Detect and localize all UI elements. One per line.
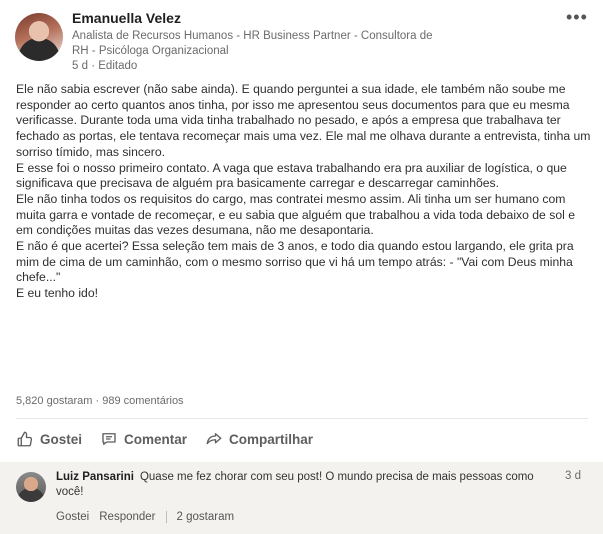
comment-time: 3 d [565, 470, 581, 482]
like-button[interactable]: Gostei [16, 427, 82, 451]
edited-label: Editado [98, 60, 138, 72]
comment-actions: Gostei Responder 2 gostaram [56, 511, 234, 523]
commenter-name[interactable]: Luiz Pansarini [56, 471, 134, 483]
post-paragraph: E esse foi o nosso primeiro contato. A v… [16, 160, 567, 191]
author-name[interactable]: Emanuella Velez [72, 10, 181, 26]
comment-button[interactable]: Comentar [100, 427, 187, 451]
author-headline: Analista de Recursos Humanos - HR Busine… [72, 29, 452, 59]
post-paragraph: E eu tenho ido! [16, 286, 98, 301]
likes-count[interactable]: 5,820 gostaram [16, 395, 92, 407]
comment-label: Comentar [124, 431, 188, 447]
post-paragraph: Ele não tinha todos os requisitos do car… [16, 191, 575, 238]
commenter-avatar[interactable] [16, 472, 46, 502]
share-arrow-icon [206, 433, 222, 445]
like-label: Gostei [40, 431, 83, 447]
comment-bubble: Luiz Pansarini Quase me fez chorar com se… [56, 470, 581, 500]
more-dots-icon[interactable]: ••• [566, 8, 588, 26]
comment-content: Luiz Pansarini Quase me fez chorar com se… [56, 470, 546, 500]
comment-reply-button[interactable]: Responder [99, 511, 155, 523]
post-actions: Gostei Comentar Compartilhar [16, 427, 313, 451]
post-paragraph: E não é que acertei? Essa seleção tem ma… [16, 239, 574, 285]
headline-line-2: RH - Psicóloga Organizacional [72, 45, 229, 57]
post-meta: 5 d · Editado [72, 60, 137, 72]
stats-dot: · [95, 395, 100, 407]
comments-count[interactable]: 989 comentários [102, 395, 183, 407]
comment-actions-separator [165, 511, 167, 523]
divider [16, 418, 588, 419]
meta-dot: · [91, 60, 96, 72]
feed-post: Emanuella Velez Analista de Recursos Hum… [0, 0, 603, 534]
author-avatar[interactable] [15, 13, 63, 61]
social-counts: 5,820 gostaram · 989 comentários [16, 395, 184, 407]
post-time: 5 d [72, 60, 88, 72]
thumbs-up-icon [17, 431, 33, 447]
share-button[interactable]: Compartilhar [205, 427, 313, 451]
post-body: Ele não sabia escrever (não sabe ainda).… [16, 82, 592, 302]
post-paragraph: Ele não sabia escrever (não sabe ainda).… [16, 82, 591, 159]
comment-icon [102, 433, 116, 445]
comment-likes-count[interactable]: 2 gostaram [177, 511, 235, 523]
share-label: Compartilhar [229, 431, 314, 447]
headline-line-1: Analista de Recursos Humanos - HR Busine… [72, 30, 433, 42]
comment-item: Luiz Pansarini Quase me fez chorar com se… [0, 462, 603, 534]
comment-like-button[interactable]: Gostei [56, 511, 89, 523]
